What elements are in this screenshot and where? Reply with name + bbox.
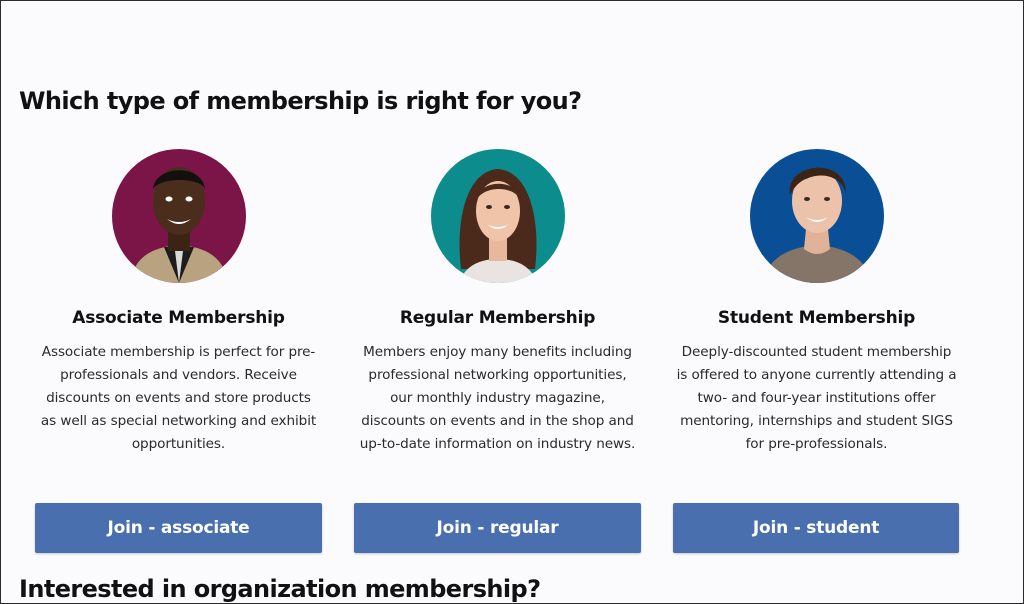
card-title: Regular Membership — [399, 308, 596, 328]
page-frame: Which type of membership is right for yo… — [0, 0, 1024, 604]
student-avatar — [749, 149, 884, 283]
join-associate-button[interactable]: Join - associate — [35, 503, 322, 553]
organization-membership-heading: Interested in organization membership? — [19, 575, 541, 603]
associate-avatar — [111, 149, 246, 283]
card-description: Deeply-discounted student membership is … — [676, 344, 957, 452]
card-title: Student Membership — [717, 308, 916, 328]
membership-card-student: Student Membership Deeply-discounted stu… — [673, 141, 960, 456]
card-description: Associate membership is perfect for pre-… — [40, 344, 317, 452]
card-description: Members enjoy many benefits including pr… — [359, 344, 636, 452]
join-regular-button[interactable]: Join - regular — [354, 503, 641, 553]
regular-avatar — [430, 149, 565, 283]
membership-card-regular: Regular Membership Members enjoy many be… — [354, 141, 641, 456]
card-title: Associate Membership — [72, 308, 285, 328]
join-student-button[interactable]: Join - student — [673, 503, 959, 553]
membership-card-associate: Associate Membership Associate membershi… — [35, 141, 322, 456]
section-heading: Which type of membership is right for yo… — [19, 87, 582, 115]
